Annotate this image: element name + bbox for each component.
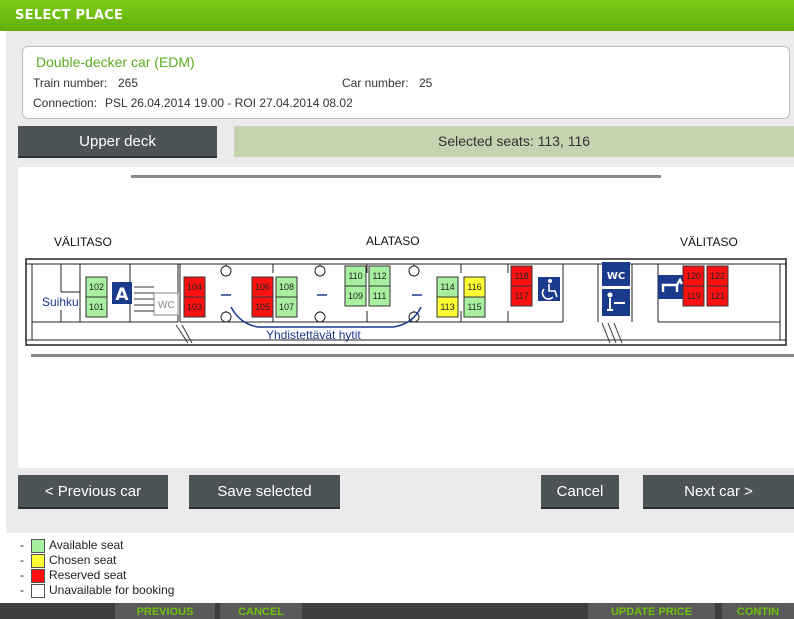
legend-swatch-unavailable [31,584,45,598]
car-number-value: 25 [419,76,433,90]
small-wc-label: WC [158,300,175,311]
seat-map-canvas: VÄLITASO ALATASO VÄLITASO Yhdistettävät … [18,167,794,468]
baby-changing-head [607,292,613,298]
car-body [25,258,787,346]
seat-number-109: 109 [348,291,363,301]
wheelchair-head [548,279,552,283]
background-cancel-button: CANCEL [220,603,302,619]
seat-number-103: 103 [187,302,202,312]
legend-label-reserved: Reserved seat [49,568,127,582]
selected-seats-bar: Selected seats: 113, 116 [234,126,794,157]
connected-cabins-label: Yhdistettävät hytit [266,328,361,342]
dialog-title: SELECT PLACE [15,8,124,23]
connection-value: PSL 26.04.2014 19.00 - ROI 27.04.2014 08… [105,96,353,110]
wc-sign-label: WC [607,271,625,282]
background-previous-button: PREVIOUS [115,603,215,619]
dialog-title-bar: SELECT PLACE [0,0,794,31]
upper-rail [131,175,661,178]
background-update-price-button: UPDATE PRICE [588,603,715,619]
seat-number-108: 108 [279,282,294,292]
seat-number-110: 110 [348,271,362,281]
seat-number-120: 120 [686,271,701,281]
a-sign-letter: A [115,285,129,305]
seat-number-113: 113 [440,302,454,312]
car-number-label: Car number: [342,76,409,90]
train-number-value: 265 [118,76,139,90]
seat-number-111: 111 [373,291,387,301]
legend-label-available: Available seat [49,538,124,552]
shower-label: Suihku [42,295,79,309]
seat-number-122: 122 [710,271,725,281]
seat-number-115: 115 [467,302,481,312]
save-selected-button[interactable]: Save selected [189,475,340,509]
previous-car-button[interactable]: < Previous car [18,475,168,509]
label-valitaso-right: VÄLITASO [680,235,738,249]
legend-label-unavailable: Unavailable for booking [49,583,175,597]
seat-map: VÄLITASO ALATASO VÄLITASO Yhdistettävät … [25,175,794,357]
next-car-button[interactable]: Next car > [643,475,794,509]
seat-number-101: 101 [89,302,104,312]
seat-number-116: 116 [467,282,481,292]
cancel-button[interactable]: Cancel [541,475,619,509]
legend-label-chosen: Chosen seat [49,553,117,567]
seat-number-119: 119 [686,291,700,301]
train-number-label: Train number: [33,76,108,90]
legend-swatch-reserved [31,569,45,583]
seat-number-121: 121 [710,291,725,301]
car-title: Double-decker car (EDM) [36,54,195,70]
seat-number-102: 102 [89,282,104,292]
upper-deck-button[interactable]: Upper deck [18,126,217,158]
seat-number-105: 105 [255,302,270,312]
seat-number-118: 118 [514,271,528,281]
seat-number-107: 107 [279,302,294,312]
background-continue-button: CONTIN [722,603,794,619]
seat-number-117: 117 [514,291,528,301]
car-info-box: Double-decker car (EDM) Train number: 26… [22,46,790,119]
lower-rail [31,354,794,357]
seat-number-104: 104 [187,282,202,292]
label-valitaso-left: VÄLITASO [54,235,112,249]
seat-number-114: 114 [440,282,454,292]
seat-number-106: 106 [255,282,270,292]
label-alataso: ALATASO [366,234,420,248]
legend-swatch-available [31,539,45,553]
seat-number-112: 112 [372,271,386,281]
legend-swatch-chosen [31,554,45,568]
connection-label: Connection: [33,96,98,110]
